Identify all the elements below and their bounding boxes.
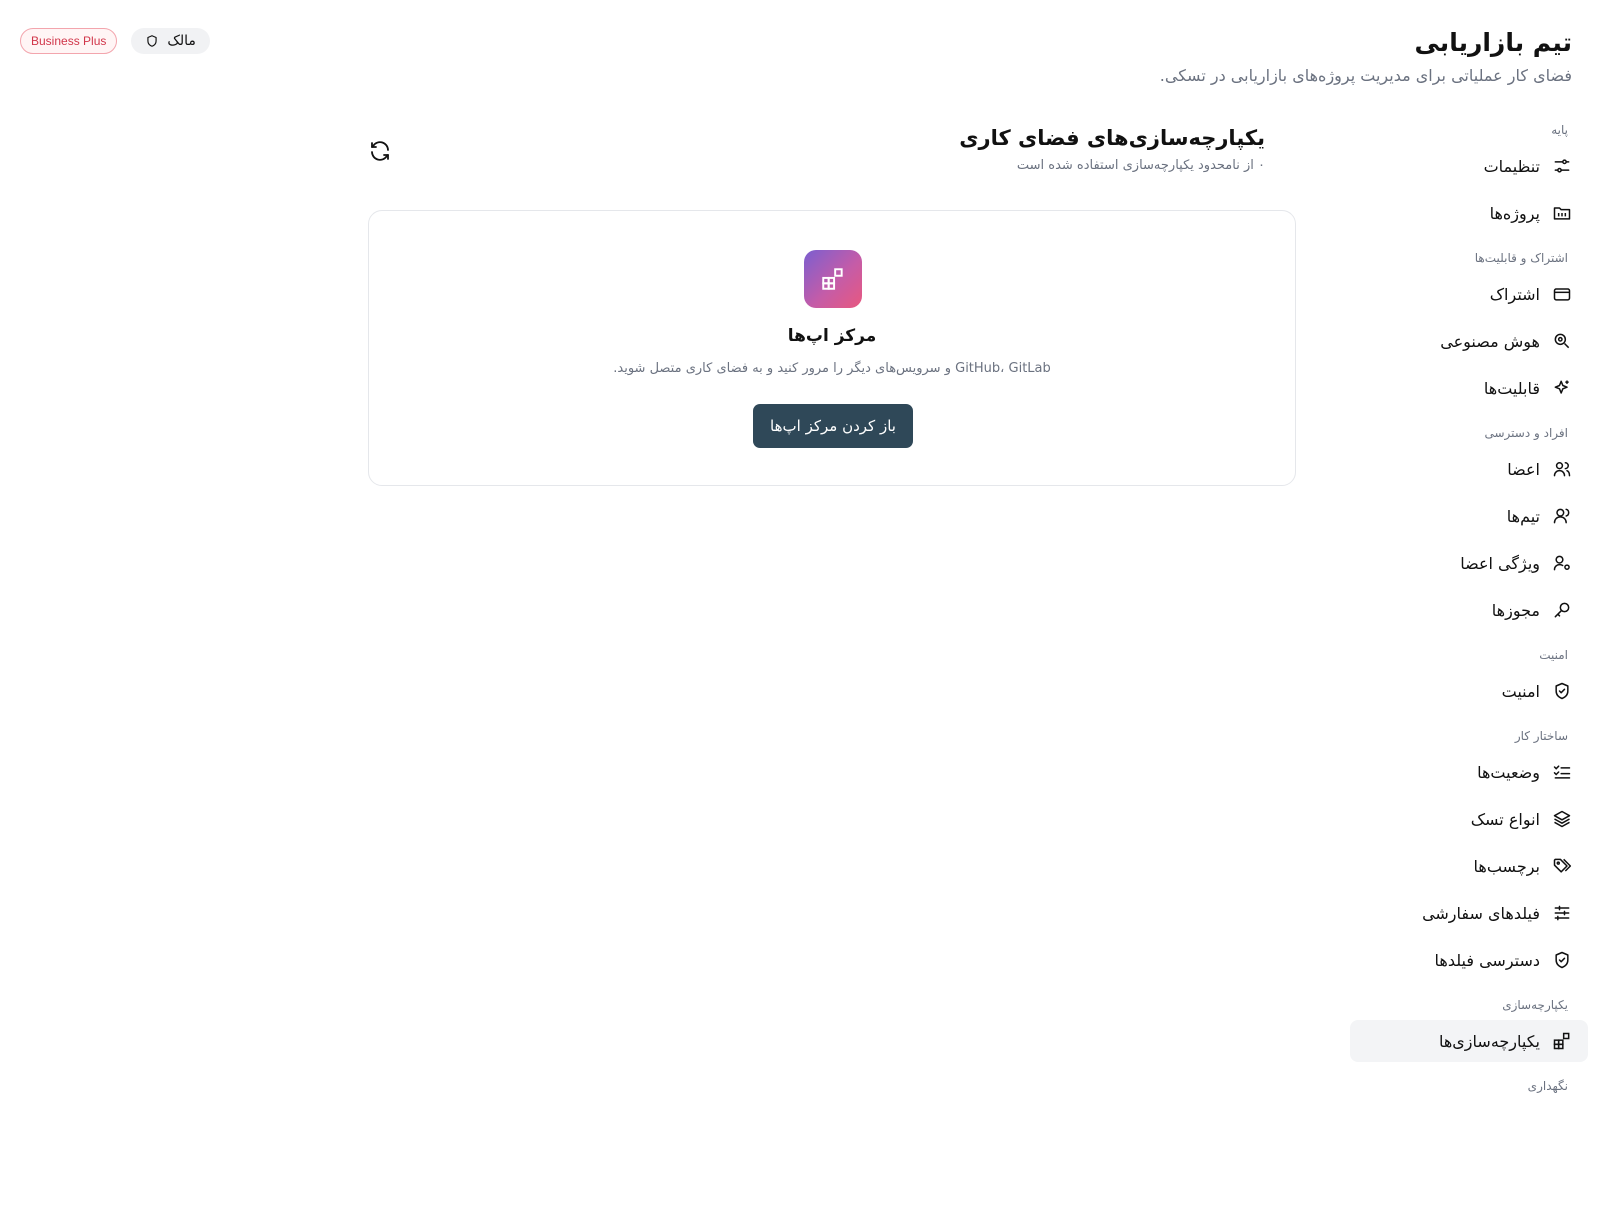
- sidebar-item-settings[interactable]: تنظیمات: [1350, 145, 1588, 187]
- section-label-subscription: اشتراک و قابلیت‌ها: [1474, 251, 1568, 265]
- settings-sidebar: پایه تنظیمات پروژه‌ها اشتراک و قابلیت‌ها…: [1350, 120, 1588, 1096]
- sidebar-item-label: تنظیمات: [1483, 156, 1540, 176]
- refresh-button[interactable]: [368, 139, 392, 163]
- plan-badge: Business Plus: [20, 28, 118, 54]
- usage-summary: ۰ از نامحدود یکپارچه‌سازی استفاده شده اس…: [1016, 158, 1265, 173]
- sidebar-item-features[interactable]: قابلیت‌ها: [1350, 367, 1588, 409]
- settings-sliders-icon: [1552, 156, 1572, 176]
- header-badges: مالک Business Plus: [20, 28, 210, 54]
- sparkles-icon: [1552, 378, 1572, 398]
- sidebar-item-member-attributes[interactable]: ویژگی اعضا: [1350, 542, 1588, 584]
- team-icon: [1552, 506, 1572, 526]
- sidebar-item-security[interactable]: امنیت: [1350, 670, 1588, 712]
- app-center-card: مرکز اپ‌ها GitHub، GitLab و سرویس‌های دی…: [368, 210, 1296, 486]
- sidebar-item-teams[interactable]: تیم‌ها: [1350, 495, 1588, 537]
- section-label-integration: یکپارچه‌سازی: [1502, 998, 1568, 1012]
- ai-icon: [1552, 331, 1572, 351]
- section-label-work-structure: ساختار کار: [1514, 729, 1568, 743]
- sidebar-item-label: ویژگی اعضا: [1460, 553, 1540, 573]
- sidebar-item-label: امنیت: [1501, 681, 1540, 701]
- workspace-title: تیم بازاریابی: [1414, 28, 1572, 57]
- key-icon: [1552, 600, 1572, 620]
- open-app-center-button[interactable]: باز کردن مرکز اپ‌ها: [753, 404, 913, 448]
- sidebar-item-label: پروژه‌ها: [1489, 203, 1540, 223]
- folder-icon: [1552, 203, 1572, 223]
- role-label: مالک: [167, 33, 196, 49]
- sidebar-item-permissions[interactable]: مجوزها: [1350, 589, 1588, 631]
- sidebar-item-label: وضعیت‌ها: [1477, 762, 1540, 782]
- sidebar-item-label: اعضا: [1507, 459, 1540, 479]
- sidebar-item-label: فیلدهای سفارشی: [1422, 903, 1540, 923]
- layers-icon: [1552, 809, 1572, 829]
- sidebar-item-field-access[interactable]: دسترسی فیلدها: [1350, 939, 1588, 981]
- section-label-basics: پایه: [1551, 123, 1568, 137]
- sidebar-item-label: دسترسی فیلدها: [1434, 950, 1541, 970]
- integrations-icon: [820, 266, 846, 292]
- user-cog-icon: [1552, 553, 1572, 573]
- integrations-icon: [1552, 1031, 1572, 1051]
- shield-check-icon: [1552, 681, 1572, 701]
- users-icon: [1552, 459, 1572, 479]
- sidebar-item-task-types[interactable]: انواع تسک: [1350, 798, 1588, 840]
- sidebar-item-label: اشتراک: [1489, 284, 1540, 304]
- sidebar-item-label: قابلیت‌ها: [1483, 378, 1540, 398]
- sidebar-item-label: انواع تسک: [1470, 809, 1540, 829]
- section-label-security: امنیت: [1539, 648, 1568, 662]
- sidebar-item-statuses[interactable]: وضعیت‌ها: [1350, 751, 1588, 793]
- sidebar-item-custom-fields[interactable]: فیلدهای سفارشی: [1350, 892, 1588, 934]
- refresh-icon: [368, 139, 392, 163]
- app-center-logo: [804, 250, 862, 308]
- section-label-maintenance: نگهداری: [1527, 1079, 1568, 1093]
- sidebar-item-projects[interactable]: پروژه‌ها: [1350, 192, 1588, 234]
- section-label-people: افراد و دسترسی: [1484, 426, 1569, 440]
- shield-icon: [145, 34, 159, 48]
- sidebar-item-ai[interactable]: هوش مصنوعی: [1350, 320, 1588, 362]
- sidebar-item-label: یکپارچه‌سازی‌ها: [1438, 1031, 1540, 1051]
- tags-icon: [1552, 856, 1572, 876]
- app-center-title: مرکز اپ‌ها: [787, 326, 877, 346]
- sidebar-item-labels[interactable]: برچسب‌ها: [1350, 845, 1588, 887]
- shield-check-icon: [1552, 950, 1572, 970]
- list-check-icon: [1552, 762, 1572, 782]
- credit-card-icon: [1552, 284, 1572, 304]
- sidebar-item-label: برچسب‌ها: [1473, 856, 1540, 876]
- role-badge: مالک: [131, 28, 210, 54]
- sliders-icon: [1552, 903, 1572, 923]
- sidebar-item-subscription[interactable]: اشتراک: [1350, 273, 1588, 315]
- sidebar-item-label: تیم‌ها: [1506, 506, 1540, 526]
- sidebar-item-members[interactable]: اعضا: [1350, 448, 1588, 490]
- sidebar-item-label: مجوزها: [1491, 600, 1540, 620]
- workspace-subtitle: فضای کار عملیاتی برای مدیریت پروژه‌های ب…: [1159, 66, 1572, 85]
- app-center-description: GitHub، GitLab و سرویس‌های دیگر را مرور …: [613, 361, 1051, 376]
- page-title: یکپارچه‌سازی‌های فضای کاری: [959, 126, 1265, 150]
- sidebar-item-integrations[interactable]: یکپارچه‌سازی‌ها: [1350, 1020, 1588, 1062]
- sidebar-item-label: هوش مصنوعی: [1440, 331, 1540, 351]
